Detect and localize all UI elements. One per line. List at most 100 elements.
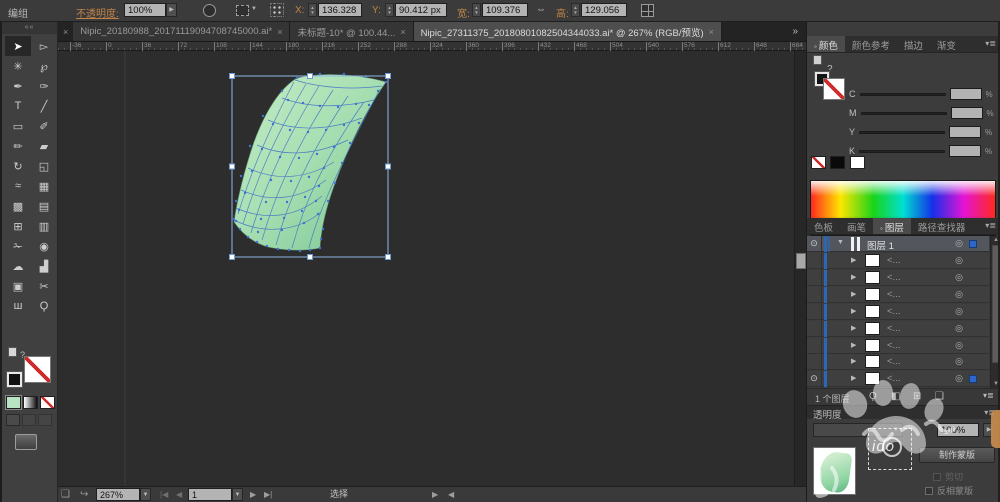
expand-triangle-icon[interactable]: ▶: [851, 357, 856, 365]
last-artboard-icon[interactable]: ▶|: [264, 488, 272, 501]
tab-close-icon[interactable]: ×: [58, 22, 73, 41]
document-tab-2[interactable]: 未标题-10* @ 100.44... ×: [290, 22, 413, 41]
channel-value-field[interactable]: [949, 145, 981, 157]
export-icon[interactable]: ↪: [80, 488, 88, 501]
stroke-swatch[interactable]: [7, 372, 22, 387]
rotate-tool[interactable]: ↻: [5, 156, 31, 176]
column-graph-tool[interactable]: ▟: [31, 256, 57, 276]
eyedropper-tool[interactable]: ✁: [5, 236, 31, 256]
expand-triangle-icon[interactable]: ▶: [851, 307, 856, 315]
tab-color[interactable]: 颜色: [807, 36, 845, 52]
channel-slider[interactable]: [861, 112, 947, 115]
slice-tool[interactable]: ✂: [31, 276, 57, 296]
expand-triangle-icon[interactable]: ▶: [851, 341, 856, 349]
mini-doc-icon[interactable]: [813, 55, 822, 65]
object-thumbnail[interactable]: [813, 447, 856, 495]
status-mode-text[interactable]: 选择: [330, 488, 348, 501]
item-label[interactable]: <...: [887, 323, 900, 334]
close-icon[interactable]: ×: [277, 27, 282, 37]
tab-swatches[interactable]: 色板: [807, 218, 840, 234]
toolbar-collapse-icon[interactable]: ««: [2, 22, 57, 34]
line-tool[interactable]: ╱: [31, 96, 57, 116]
expand-triangle-icon[interactable]: ▶: [851, 324, 856, 332]
none-button[interactable]: [40, 396, 55, 409]
locate-object-icon[interactable]: Ϙ: [869, 391, 877, 402]
item-label[interactable]: <...: [887, 289, 900, 300]
direct-selection-tool[interactable]: ▻: [31, 36, 57, 56]
rectangle-tool[interactable]: ▭: [5, 116, 31, 136]
pencil-tool[interactable]: ✏: [5, 136, 31, 156]
vertical-scrollbar[interactable]: [794, 51, 806, 486]
tab-pathfinder[interactable]: 路径查找器: [911, 218, 973, 234]
tab-gradient[interactable]: 渐变: [930, 36, 963, 52]
first-artboard-icon[interactable]: |◀: [160, 488, 168, 501]
none-swatch[interactable]: [811, 156, 826, 169]
x-stepper[interactable]: ▲▼: [308, 3, 317, 17]
target-circle-icon[interactable]: ◎: [955, 373, 963, 384]
opacity-field[interactable]: 100%: [124, 3, 166, 17]
close-icon[interactable]: ×: [400, 27, 405, 37]
width-tool[interactable]: ≈: [5, 176, 31, 196]
width-field[interactable]: 109.376: [482, 3, 528, 17]
zoom-tool[interactable]: Ϙ: [31, 296, 57, 316]
artboard-tool[interactable]: ▣: [5, 276, 31, 296]
opacity-label[interactable]: 不透明度:: [76, 5, 119, 20]
item-label[interactable]: <...: [887, 356, 900, 367]
hand-tool[interactable]: ш: [5, 296, 31, 316]
height-stepper[interactable]: ▲▼: [571, 3, 580, 17]
gradient-tool[interactable]: ▥: [31, 216, 57, 236]
annotation-icon[interactable]: ❏: [61, 488, 70, 501]
transform-panel-icon[interactable]: [641, 4, 654, 17]
mesh-tool[interactable]: ⊞: [5, 216, 31, 236]
visibility-empty-cell[interactable]: [807, 321, 822, 337]
zoom-level-field[interactable]: 267%: [96, 488, 140, 501]
item-label[interactable]: <...: [887, 373, 900, 384]
target-circle-icon[interactable]: ◎: [955, 289, 963, 300]
channel-slider[interactable]: [859, 150, 945, 153]
expand-triangle-icon[interactable]: ▶: [851, 374, 856, 382]
channel-value-field[interactable]: [950, 88, 982, 100]
item-label[interactable]: <...: [887, 340, 900, 351]
transparency-opacity-field[interactable]: 100%: [937, 423, 979, 437]
tab-stroke[interactable]: 描边: [897, 36, 930, 52]
target-circle-icon[interactable]: ◎: [955, 340, 963, 351]
free-transform-tool[interactable]: ▦: [31, 176, 57, 196]
close-icon[interactable]: ×: [709, 27, 714, 37]
target-circle-icon[interactable]: ◎: [955, 272, 963, 283]
scale-tool[interactable]: ◱: [31, 156, 57, 176]
paintbrush-tool[interactable]: ✐: [31, 116, 57, 136]
visibility-empty-cell[interactable]: [807, 354, 822, 370]
visibility-empty-cell[interactable]: [807, 338, 822, 354]
footer-menu-icon[interactable]: ▾≣: [983, 391, 994, 400]
channel-value-field[interactable]: [949, 126, 981, 138]
reference-point-grid-icon[interactable]: [270, 3, 284, 17]
target-circle-icon[interactable]: ◎: [955, 255, 963, 266]
draw-inside-icon[interactable]: [38, 414, 52, 426]
document-tab-3-active[interactable]: Nipic_27311375_20180801082504344033.ai* …: [414, 22, 722, 41]
layer-item-row[interactable]: ▶<...◎: [807, 321, 989, 337]
invert-mask-checkbox[interactable]: 反相蒙版: [925, 484, 973, 497]
item-label[interactable]: <...: [887, 255, 900, 266]
default-swatches-icon[interactable]: [8, 347, 17, 357]
scrollbar-thumb[interactable]: [796, 253, 806, 269]
prev-artboard-icon[interactable]: ◀: [176, 488, 182, 501]
selection-tool[interactable]: ➤: [5, 36, 31, 56]
draw-behind-icon[interactable]: [22, 414, 36, 426]
target-circle-icon[interactable]: ◎: [955, 306, 963, 317]
item-label[interactable]: <...: [887, 306, 900, 317]
clipping-mask-icon[interactable]: ◧: [891, 391, 900, 402]
fill-proxy-none-swatch[interactable]: [823, 78, 845, 100]
layer-item-row[interactable]: ⊙ ▶ <... ◎: [807, 371, 989, 387]
visibility-empty-cell[interactable]: [807, 304, 822, 320]
layer-row-selected[interactable]: ⊙▼图层 1◎: [807, 236, 989, 252]
expand-triangle-icon[interactable]: ▼: [837, 239, 844, 246]
y-field[interactable]: 90.412 px: [395, 3, 447, 17]
black-swatch[interactable]: [830, 156, 845, 169]
artboard-dropdown-icon[interactable]: ▼: [232, 488, 243, 501]
visibility-eye-icon[interactable]: ⊙: [807, 371, 822, 387]
magic-wand-tool[interactable]: ✳: [5, 56, 31, 76]
visibility-empty-cell[interactable]: [807, 287, 822, 303]
canvas-area[interactable]: [58, 51, 806, 486]
gradient-mesh-object[interactable]: [233, 73, 387, 252]
target-circle-icon[interactable]: ◎: [955, 238, 963, 249]
